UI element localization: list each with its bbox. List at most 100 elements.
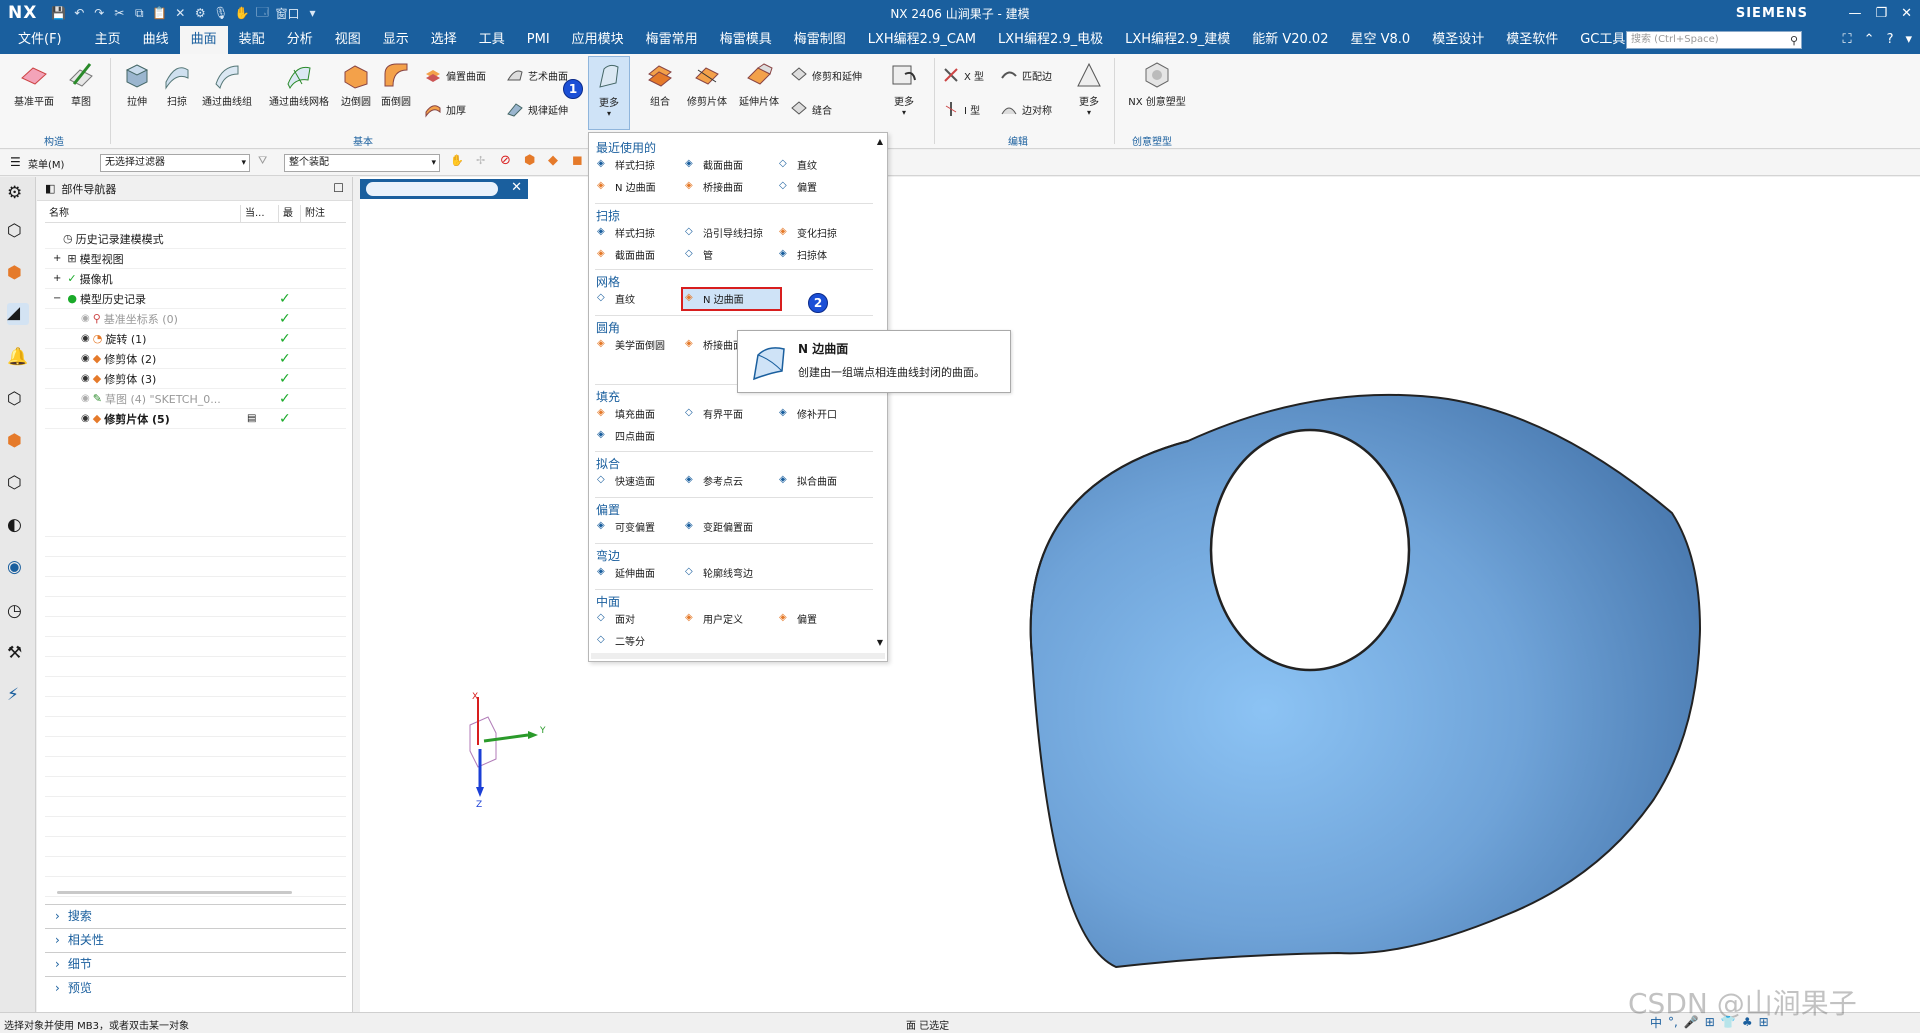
dropdown-menu-item[interactable]: ◈ 美学面倒圆 <box>597 337 665 353</box>
repeat-command-icon[interactable]: ⚙ <box>193 6 207 20</box>
dropdown-menu-item[interactable]: ◈ 修补开口 <box>779 406 837 422</box>
selection-filter-combo[interactable]: 无选择过滤器 ▾ <box>100 154 250 172</box>
ime-icon[interactable]: 🎤 <box>1684 1015 1699 1029</box>
dropdown-menu-item[interactable]: ◇ 直纹 <box>597 291 635 307</box>
redo-icon[interactable]: ↷ <box>92 6 106 20</box>
menu-tab[interactable]: 模圣设计 <box>1421 26 1495 54</box>
filter-icon[interactable]: ⛛ <box>258 154 267 168</box>
ime-icon[interactable]: ⊞ <box>1705 1015 1715 1029</box>
solid-body-icon[interactable]: ⬢ <box>524 153 535 168</box>
tree-row[interactable]: + ⊞ 模型视图 <box>45 249 346 269</box>
chevron-down-icon[interactable]: ▾ <box>305 6 319 20</box>
command-search-input[interactable]: 搜索 (Ctrl+Space) ⚲ <box>1626 31 1802 49</box>
menu-tab[interactable]: 曲线 <box>132 26 180 54</box>
menu-button[interactable]: 菜单(M) <box>28 156 64 171</box>
navigator-panel[interactable]: › 预览 <box>45 976 346 998</box>
menu-tab[interactable]: 装配 <box>228 26 276 54</box>
constraint-navigator-icon[interactable]: ⬢ <box>7 263 29 285</box>
column-header[interactable]: 附注 <box>301 205 345 222</box>
horizontal-scrollbar[interactable] <box>57 891 292 894</box>
dropdown-menu-item[interactable]: ◈ 桥接曲面 <box>685 337 743 353</box>
menu-tab[interactable]: PMI <box>516 26 561 54</box>
visibility-eye-icon[interactable]: ◉ <box>81 413 90 424</box>
sheet-body-icon[interactable]: ◆ <box>548 153 558 168</box>
dropdown-menu-item[interactable]: ◈ 样式扫掠 <box>597 225 655 241</box>
fullscreen-icon[interactable]: ⛶ <box>1843 32 1852 47</box>
dropdown-menu-item[interactable]: ◈ 参考点云 <box>685 473 743 489</box>
trim-sheet-button[interactable]: 修剪片体 <box>684 60 730 108</box>
internet-explorer-icon[interactable]: ◉ <box>7 557 29 579</box>
menu-tab[interactable]: LXH编程2.9_建模 <box>1114 26 1241 54</box>
dropdown-menu-item[interactable]: ◇ 管 <box>685 247 713 263</box>
settings-icon[interactable]: ⚙ <box>7 183 29 205</box>
web-browser-icon[interactable]: ⬡ <box>7 473 29 495</box>
more-surface-button[interactable]: 更多 ▾ <box>588 56 630 130</box>
microphone-icon[interactable]: 🎙 <box>213 6 228 20</box>
dropdown-menu-item[interactable]: ◈ 用户定义 <box>685 611 743 627</box>
window-options-icon[interactable]: ▾ <box>1905 32 1912 47</box>
menu-tab[interactable]: LXH编程2.9_CAM <box>857 26 987 54</box>
dropdown-menu-item[interactable]: ◈ 桥接曲面 <box>685 179 743 195</box>
dropdown-menu-item[interactable]: ◈ 四点曲面 <box>597 428 655 444</box>
menu-tab[interactable]: 应用模块 <box>561 26 635 54</box>
dropdown-menu-item[interactable]: ◈ 样式扫掠 <box>597 157 655 173</box>
menu-tab[interactable]: 分析 <box>276 26 324 54</box>
visibility-eye-icon[interactable]: ◉ <box>81 353 90 364</box>
paste-icon[interactable]: 📋 <box>152 6 167 20</box>
navigator-panel[interactable]: › 相关性 <box>45 928 346 950</box>
surface-hole-edge[interactable] <box>1209 428 1411 672</box>
dropdown-menu-item[interactable]: ◇ 快速造面 <box>597 473 655 489</box>
column-header[interactable]: 最 <box>279 205 301 222</box>
dropdown-menu-item[interactable]: ◈ 延伸曲面 <box>597 565 655 581</box>
touch-mode-icon[interactable]: ✋ <box>234 6 249 20</box>
menu-tab[interactable]: 工具 <box>468 26 516 54</box>
menu-tab[interactable]: 曲面 <box>179 26 228 54</box>
dropdown-menu-item[interactable]: ◇ 直纹 <box>779 157 817 173</box>
offset-surface-button[interactable]: 偏置曲面 <box>424 66 486 84</box>
visibility-eye-icon[interactable]: ◉ <box>81 393 90 404</box>
dropdown-menu-item[interactable]: ◇ 面对 <box>597 611 635 627</box>
menu-tab[interactable]: 能新 V20.02 <box>1241 26 1339 54</box>
menu-tab[interactable]: 文件(F) <box>0 26 84 54</box>
dropdown-menu-item[interactable]: ◈ 变化扫掠 <box>779 225 837 241</box>
dropdown-menu-item[interactable]: ◈ 截面曲面 <box>685 157 743 173</box>
through-curves-button[interactable]: 通过曲线组 <box>198 60 256 108</box>
unite-button[interactable]: 组合 <box>642 60 678 108</box>
dropdown-menu-item[interactable]: ◇ 沿引导线扫掠 <box>685 225 763 241</box>
visibility-eye-icon[interactable]: ◉ <box>81 373 90 384</box>
copy-icon[interactable]: ⧉ <box>132 6 146 21</box>
menu-tab[interactable]: 模圣软件 <box>1495 26 1569 54</box>
history-clock-icon[interactable]: ◷ <box>7 601 29 623</box>
column-header[interactable]: 当... <box>241 205 279 222</box>
dropdown-menu-item[interactable]: ◈ 可变偏置 <box>597 519 655 535</box>
help-icon[interactable]: ? <box>1887 32 1894 47</box>
menu-tab[interactable]: 显示 <box>372 26 420 54</box>
system-materials-icon[interactable]: ⚒ <box>7 643 29 665</box>
close-icon[interactable]: ✕ <box>1901 6 1912 21</box>
reuse-library-icon[interactable]: ⬡ <box>7 389 29 411</box>
tree-row[interactable]: ◉ ◆ 修剪体 (2) ✓ <box>45 349 346 369</box>
edge-blend-button[interactable]: 边倒圆 <box>338 60 374 108</box>
cut-icon[interactable]: ✂ <box>112 6 126 20</box>
dropdown-menu-item[interactable]: ◈ 变距偏置面 <box>685 519 753 535</box>
snap-icon[interactable]: ✢ <box>476 154 485 167</box>
ime-icon[interactable]: °, <box>1668 1015 1678 1029</box>
extend-sheet-button[interactable]: 延伸片体 <box>736 60 782 108</box>
nx-creative-button[interactable]: NX 创意塑型 <box>1124 60 1190 108</box>
dropdown-menu-item[interactable]: ◇ 二等分 <box>597 633 645 649</box>
scroll-down-icon[interactable]: ▼ <box>877 638 883 647</box>
expand-toggle-icon[interactable]: + <box>53 253 61 264</box>
ime-icon[interactable]: 中 <box>1650 1014 1662 1031</box>
notification-bell-icon[interactable]: 🔔 <box>7 347 29 369</box>
no-select-icon[interactable]: ⊘ <box>500 153 511 168</box>
tree-row[interactable]: ◉ ◔ 旋转 (1) ✓ <box>45 329 346 349</box>
menu-tab[interactable]: 梅雷制图 <box>783 26 857 54</box>
sketch-button[interactable]: 草图 <box>64 60 98 108</box>
window-icon[interactable]: 🗔 <box>255 3 269 24</box>
selection-scope-combo[interactable]: 整个装配 ▾ <box>284 154 440 172</box>
assembly-navigator-icon[interactable]: ⬡ <box>7 221 29 243</box>
hamburger-icon[interactable]: ☰ <box>10 155 21 169</box>
navigator-panel[interactable]: › 细节 <box>45 952 346 974</box>
part-navigator-icon[interactable]: ◢ <box>7 303 29 325</box>
tree-row[interactable]: ◉ ✎ 草图 (4) "SKETCH_0... ✓ <box>45 389 346 409</box>
